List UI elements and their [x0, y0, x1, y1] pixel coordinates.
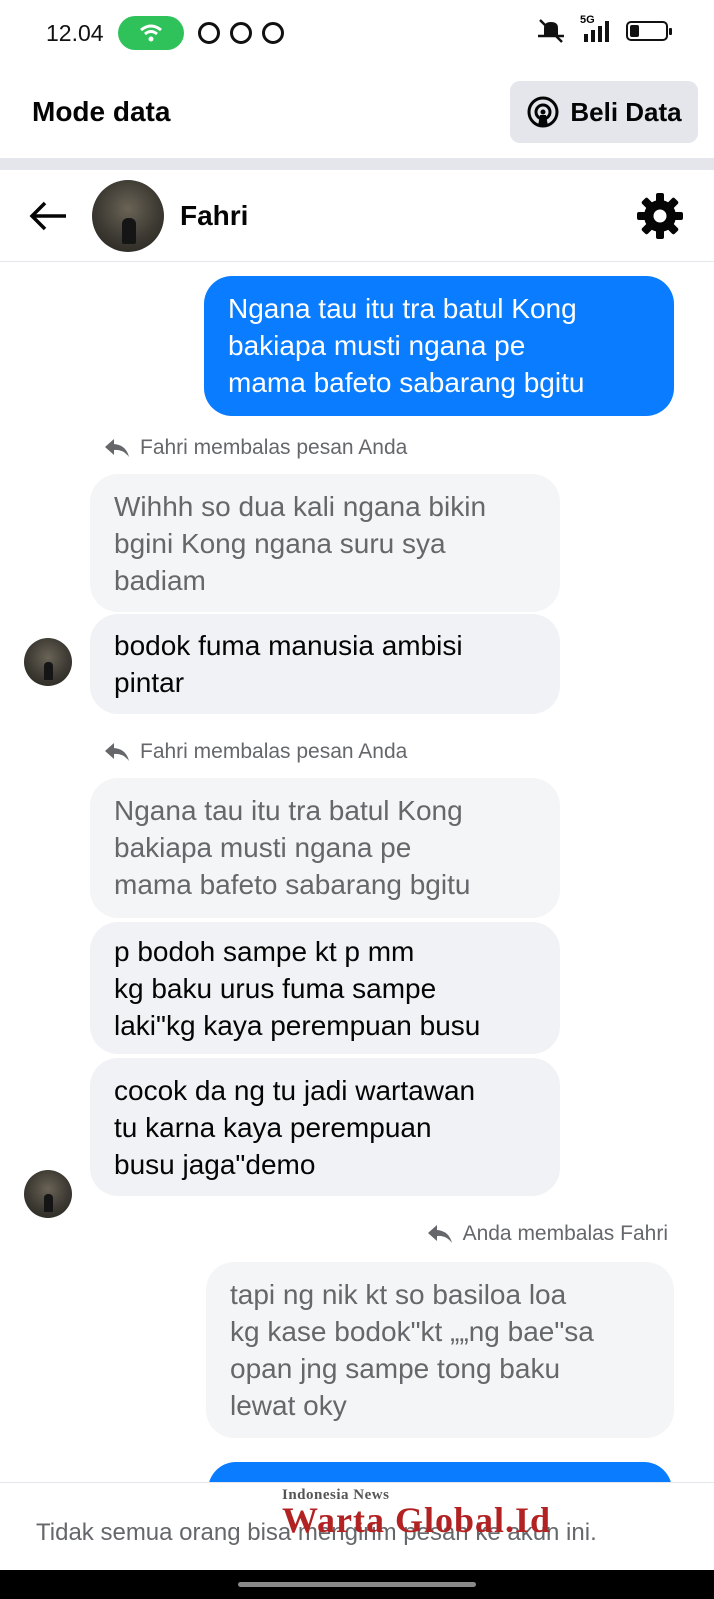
mute-icon: [538, 19, 564, 43]
reply-label-text: Fahri membalas pesan Anda: [140, 436, 408, 459]
reply-label: Fahri membalas pesan Anda: [104, 740, 407, 764]
message-line: pintar: [114, 667, 185, 698]
chrome-icon: [261, 22, 284, 44]
message-line: lewat oky: [230, 1390, 347, 1421]
message-line: mama bafeto sabarang bgitu: [114, 869, 471, 900]
home-gesture-handle[interactable]: [238, 1582, 476, 1587]
buy-data-button[interactable]: Beli Data: [510, 81, 698, 143]
wifi-icon: [139, 24, 162, 42]
outgoing-message[interactable]: Ngana tau itu tra batul Kong bakiapa mus…: [204, 276, 674, 416]
message-line: opan jng sampe tong baku: [230, 1353, 561, 1384]
contact-name[interactable]: Fahri: [180, 200, 248, 232]
status-right: 5G: [536, 14, 672, 44]
arrow-left-icon: [29, 201, 66, 230]
message-thread[interactable]: Ngana tau itu tra batul Kong bakiapa mus…: [0, 262, 714, 1482]
whatsapp-icon: [197, 22, 220, 44]
quoted-message[interactable]: tapi ng nik kt so basiloa loa kg kase bo…: [206, 1262, 674, 1438]
incoming-message[interactable]: bodok fuma manusia ambisi pintar: [90, 614, 560, 714]
status-bar: 12.04 5G: [0, 0, 714, 66]
message-line: Wihhh so dua kali ngana bikin: [114, 491, 487, 522]
messenger-icon: [229, 22, 252, 44]
composer-notice: Tidak semua orang bisa mengirim pesan ke…: [0, 1482, 714, 1570]
mode-data-title: Mode data: [32, 96, 171, 127]
message-line: bodok fuma manusia ambisi: [114, 630, 463, 661]
incoming-message[interactable]: cocok da ng tu jadi wartawan tu karna ka…: [90, 1058, 560, 1196]
message-line: cocok da ng tu jadi wartawan: [114, 1075, 476, 1106]
battery-fill: [630, 25, 639, 37]
message-line: bakiapa musti ngana pe: [228, 330, 526, 361]
message-line: Ngana tau itu tra batul Kong: [228, 293, 577, 324]
message-line: bakiapa musti ngana pe: [114, 832, 412, 863]
reply-arrow-icon: [427, 1225, 452, 1243]
back-button[interactable]: [26, 194, 70, 238]
gear-icon[interactable]: [636, 192, 684, 240]
sender-avatar[interactable]: [24, 1170, 72, 1218]
message-line: mama bafeto sabarang bgitu: [228, 367, 585, 398]
message-line: bgini Kong ngana suru sya: [114, 528, 446, 559]
reply-label-text: Anda membalas Fahri: [462, 1222, 668, 1245]
message-line: busu jaga"demo: [114, 1149, 316, 1180]
incoming-message[interactable]: p bodoh sampe kt p mm kg baku urus fuma …: [90, 922, 560, 1054]
quoted-message[interactable]: Ngana tau itu tra batul Kong bakiapa mus…: [90, 778, 560, 918]
message-line: tapi ng nik kt so basiloa loa: [230, 1279, 567, 1310]
outgoing-message-partial[interactable]: [208, 1462, 672, 1482]
mode-data-header: Mode data Beli Data: [0, 66, 714, 158]
reply-arrow-icon: [105, 439, 129, 457]
message-line: badiam: [114, 565, 206, 596]
buy-data-label: Beli Data: [570, 96, 682, 127]
message-line: laki"kg kaya perempuan busu: [114, 1010, 481, 1041]
signal-icon: 5G: [580, 14, 612, 44]
header-divider: [0, 158, 714, 170]
watermark: Indonesia News Warta Global.Id: [282, 1487, 642, 1541]
reply-label-text: Fahri membalas pesan Anda: [140, 740, 408, 763]
reply-arrow-icon: [105, 743, 129, 761]
message-line: p bodoh sampe kt p mm: [114, 936, 415, 967]
broadcast-icon: [527, 96, 559, 128]
message-line: kg kase bodok"kt „„ng bae"sa: [230, 1316, 594, 1347]
message-line: tu karna kaya perempuan: [114, 1112, 432, 1143]
message-line: kg baku urus fuma sampe: [114, 973, 437, 1004]
message-line: Ngana tau itu tra batul Kong: [114, 795, 463, 826]
quoted-message[interactable]: Wihhh so dua kali ngana bikin bgini Kong…: [90, 474, 560, 612]
contact-avatar[interactable]: [92, 179, 164, 252]
chat-header: Fahri: [0, 170, 714, 262]
watermark-brand: Warta Global.Id: [282, 1500, 552, 1540]
reply-label: Anda membalas Fahri: [427, 1222, 668, 1246]
notification-icons: [197, 22, 284, 44]
wifi-hotspot-indicator: [117, 16, 184, 50]
sender-avatar[interactable]: [24, 638, 72, 686]
reply-label: Fahri membalas pesan Anda: [104, 436, 407, 460]
status-time: 12.04: [46, 19, 104, 46]
battery-icon: [626, 21, 672, 41]
system-nav-bar: [0, 1570, 714, 1599]
